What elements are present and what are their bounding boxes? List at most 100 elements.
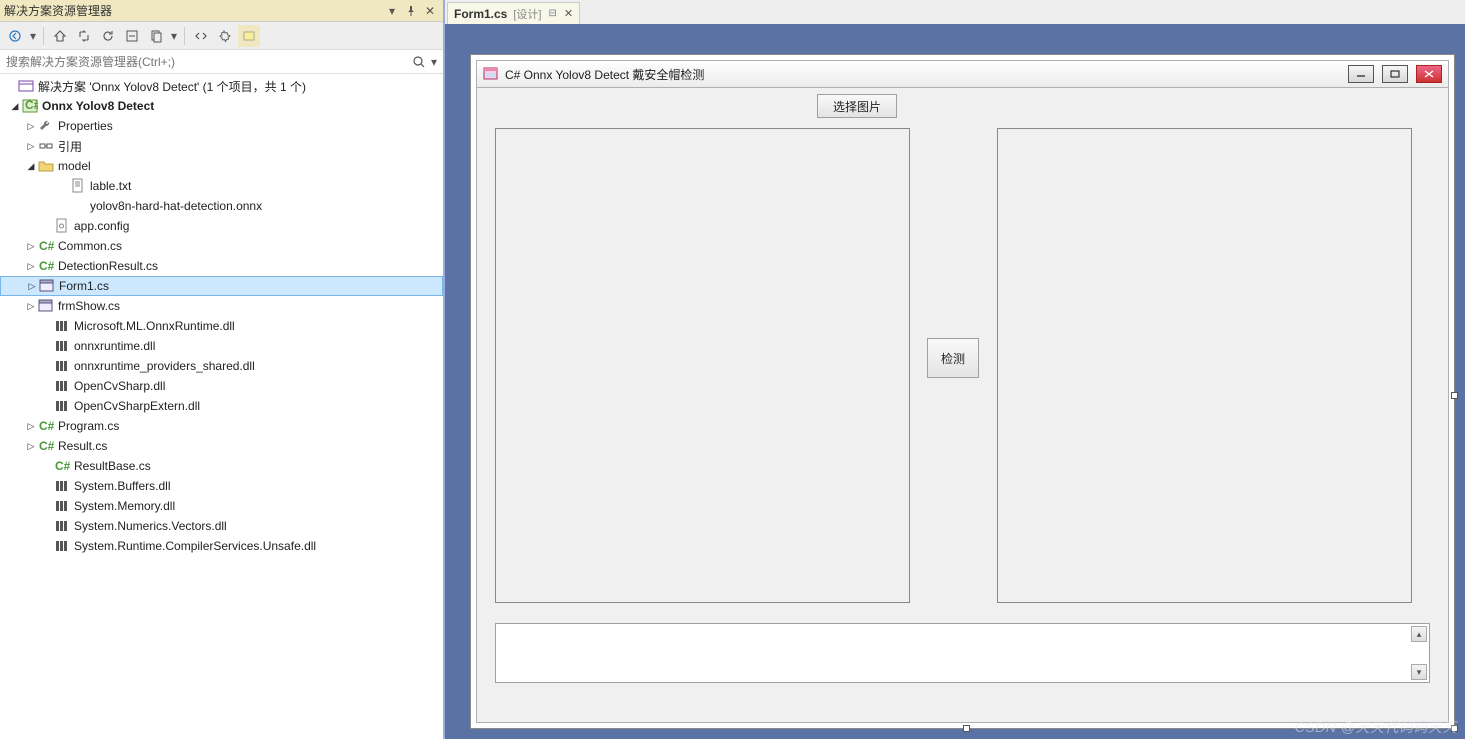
expand-arrow-icon[interactable]: ▷: [24, 241, 38, 252]
output-textbox[interactable]: ▴ ▾: [495, 623, 1430, 683]
maximize-button[interactable]: [1382, 65, 1408, 83]
explorer-toolbar: ▾ ▾: [0, 22, 443, 50]
view-code-icon[interactable]: [190, 25, 212, 47]
tree-item-dll[interactable]: ▸onnxruntime.dll: [0, 336, 443, 356]
tree-item-form1-cs[interactable]: ▷ Form1.cs: [0, 276, 443, 296]
tree-item-model-folder[interactable]: ◢ model: [0, 156, 443, 176]
svg-text:C#: C#: [39, 239, 54, 253]
tree-item-frmshow-cs[interactable]: ▷ frmShow.cs: [0, 296, 443, 316]
sync-icon[interactable]: [73, 25, 95, 47]
tree-item-program-cs[interactable]: ▷ C# Program.cs: [0, 416, 443, 436]
close-icon[interactable]: ✕: [421, 2, 439, 20]
back-icon[interactable]: [4, 25, 26, 47]
winform-file-icon: [39, 278, 55, 294]
tree-item-detectionresult-cs[interactable]: ▷ C# DetectionResult.cs: [0, 256, 443, 276]
tree-item-onnx-model[interactable]: ▸ yolov8n-hard-hat-detection.onnx: [0, 196, 443, 216]
separator: [43, 27, 44, 45]
csharp-project-icon: C#: [22, 98, 38, 114]
tab-suffix-label: [设计]: [513, 6, 541, 22]
expand-arrow-icon[interactable]: ▷: [24, 301, 38, 312]
tree-item-dll[interactable]: ▸System.Buffers.dll: [0, 476, 443, 496]
solution-node[interactable]: ▸ 解决方案 'Onnx Yolov8 Detect' (1 个项目，共 1 个…: [0, 76, 443, 96]
detect-button[interactable]: 检测: [927, 338, 979, 378]
expand-arrow-icon[interactable]: ▷: [24, 121, 38, 132]
dll-icon: [54, 318, 70, 334]
explorer-title-label: 解决方案资源管理器: [4, 2, 382, 19]
svg-text:C#: C#: [39, 439, 54, 453]
tree-item-dll[interactable]: ▸onnxruntime_providers_shared.dll: [0, 356, 443, 376]
form-preview[interactable]: C# Onnx Yolov8 Detect 戴安全帽检测 选择图片 检测 ▴ ▾: [476, 60, 1449, 723]
scroll-down-icon[interactable]: ▾: [1411, 664, 1427, 680]
tree-item-dll[interactable]: ▸OpenCvSharp.dll: [0, 376, 443, 396]
svg-text:C#: C#: [25, 98, 38, 112]
dll-icon: [54, 398, 70, 414]
dropdown-icon[interactable]: ▾: [383, 2, 401, 20]
wrench-icon: [38, 118, 54, 134]
tree-item-resultbase-cs[interactable]: ▸ C# ResultBase.cs: [0, 456, 443, 476]
solution-tree[interactable]: ▸ 解决方案 'Onnx Yolov8 Detect' (1 个项目，共 1 个…: [0, 74, 443, 739]
tree-item-dll[interactable]: ▸System.Numerics.Vectors.dll: [0, 516, 443, 536]
close-icon[interactable]: ✕: [564, 7, 573, 20]
expand-arrow-icon[interactable]: ▷: [24, 421, 38, 432]
tree-item-references[interactable]: ▷ 引用: [0, 136, 443, 156]
tree-item-dll[interactable]: ▸OpenCvSharpExtern.dll: [0, 396, 443, 416]
designer-canvas[interactable]: C# Onnx Yolov8 Detect 戴安全帽检测 选择图片 检测 ▴ ▾: [445, 24, 1465, 739]
tree-item-dll[interactable]: ▸System.Runtime.CompilerServices.Unsafe.…: [0, 536, 443, 556]
dll-icon: [54, 378, 70, 394]
search-icon[interactable]: [409, 55, 429, 69]
svg-text:C#: C#: [39, 419, 54, 433]
tab-label: Form1.cs: [454, 7, 507, 21]
tree-item-appconfig[interactable]: ▸ app.config: [0, 216, 443, 236]
svg-text:C#: C#: [39, 259, 54, 273]
expand-arrow-icon[interactable]: ▷: [24, 441, 38, 452]
form-title-label: C# Onnx Yolov8 Detect 戴安全帽检测: [505, 66, 1340, 83]
references-icon: [38, 138, 54, 154]
showall-dropdown-icon[interactable]: ▾: [169, 25, 179, 47]
form-icon: [483, 66, 499, 82]
designer-surface[interactable]: C# Onnx Yolov8 Detect 戴安全帽检测 选择图片 检测 ▴ ▾: [470, 54, 1455, 729]
close-button[interactable]: [1416, 65, 1442, 83]
minimize-button[interactable]: [1348, 65, 1374, 83]
preview-icon[interactable]: [238, 25, 260, 47]
csharp-file-icon: C#: [54, 458, 70, 474]
tree-item-dll[interactable]: ▸Microsoft.ML.OnnxRuntime.dll: [0, 316, 443, 336]
scroll-up-icon[interactable]: ▴: [1411, 626, 1427, 642]
resize-handle-icon[interactable]: [1451, 392, 1458, 399]
back-dropdown-icon[interactable]: ▾: [28, 25, 38, 47]
resize-handle-icon[interactable]: [1451, 725, 1458, 732]
pin-icon[interactable]: ⊟: [548, 8, 556, 19]
editor-tabbar: Form1.cs [设计] ⊟ ✕: [445, 0, 1465, 24]
separator: [184, 27, 185, 45]
picturebox-result[interactable]: [997, 128, 1412, 603]
refresh-icon[interactable]: [97, 25, 119, 47]
properties-icon[interactable]: [214, 25, 236, 47]
expand-arrow-icon[interactable]: ▷: [24, 141, 38, 152]
home-icon[interactable]: [49, 25, 71, 47]
tree-item-properties[interactable]: ▷ Properties: [0, 116, 443, 136]
pin-icon[interactable]: [402, 2, 420, 20]
resize-handle-icon[interactable]: [963, 725, 970, 732]
tree-item-dll[interactable]: ▸System.Memory.dll: [0, 496, 443, 516]
show-all-files-icon[interactable]: [145, 25, 167, 47]
expand-arrow-icon[interactable]: ◢: [8, 101, 22, 112]
folder-icon: [38, 158, 54, 174]
project-node[interactable]: ◢ C# Onnx Yolov8 Detect: [0, 96, 443, 116]
tree-item-common-cs[interactable]: ▷ C# Common.cs: [0, 236, 443, 256]
expand-arrow-icon[interactable]: ▷: [24, 261, 38, 272]
form-client-area[interactable]: 选择图片 检测 ▴ ▾: [476, 88, 1449, 723]
tree-item-result-cs[interactable]: ▷ C# Result.cs: [0, 436, 443, 456]
search-input[interactable]: [4, 53, 409, 71]
expand-arrow-icon[interactable]: ▷: [25, 281, 39, 292]
tree-item-lable-txt[interactable]: ▸ lable.txt: [0, 176, 443, 196]
csharp-file-icon: C#: [38, 238, 54, 254]
dll-icon: [54, 358, 70, 374]
form-titlebar: C# Onnx Yolov8 Detect 戴安全帽检测: [476, 60, 1449, 88]
editor-area: Form1.cs [设计] ⊟ ✕ C# Onnx Yolov8 Detect …: [445, 0, 1465, 739]
expand-arrow-icon[interactable]: ◢: [24, 161, 38, 172]
collapse-all-icon[interactable]: [121, 25, 143, 47]
tab-form1-design[interactable]: Form1.cs [设计] ⊟ ✕: [447, 2, 580, 24]
select-image-button[interactable]: 选择图片: [817, 94, 897, 118]
picturebox-source[interactable]: [495, 128, 910, 603]
search-dropdown-icon[interactable]: ▾: [429, 55, 439, 69]
explorer-search-box[interactable]: ▾: [0, 50, 443, 74]
